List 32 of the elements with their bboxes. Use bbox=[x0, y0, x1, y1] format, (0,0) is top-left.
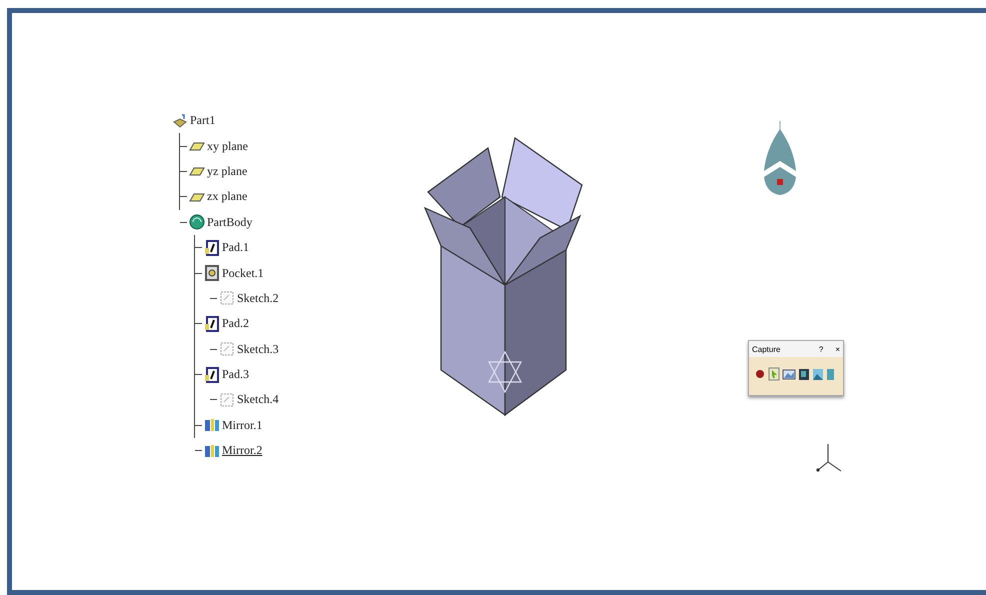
tree-item[interactable]: zx plane bbox=[207, 189, 248, 204]
landscape-icon[interactable] bbox=[812, 367, 824, 381]
tree-item[interactable]: Sketch.3 bbox=[237, 342, 279, 357]
tree-item[interactable]: Sketch.2 bbox=[237, 290, 279, 306]
pointer-icon[interactable] bbox=[768, 367, 780, 381]
tree-item[interactable]: Mirror.2 bbox=[222, 443, 262, 458]
sketch-icon bbox=[219, 341, 235, 358]
bracket-icon bbox=[204, 240, 220, 256]
mirror-icon bbox=[204, 442, 220, 459]
toolbar-title: Capture bbox=[752, 344, 782, 354]
tree-item[interactable]: Mirror.1 bbox=[222, 418, 262, 433]
tree-item[interactable]: Part1 bbox=[190, 113, 216, 128]
help-button[interactable]: ? bbox=[818, 344, 824, 354]
record-icon[interactable] bbox=[754, 367, 766, 381]
camera-icon[interactable] bbox=[798, 367, 810, 381]
bracket-icon bbox=[204, 265, 220, 282]
tree-item[interactable]: Pad.3 bbox=[222, 367, 249, 382]
tree-item[interactable]: Pad.1 bbox=[222, 240, 249, 256]
bracket-icon bbox=[204, 366, 220, 383]
sketch-icon bbox=[219, 392, 235, 408]
mirror-icon bbox=[204, 417, 220, 434]
tree-item[interactable]: xy plane bbox=[207, 138, 248, 154]
tree-item[interactable]: Pocket.1 bbox=[222, 266, 264, 281]
tree-item[interactable]: Pad.2 bbox=[222, 316, 249, 332]
image-icon[interactable] bbox=[782, 367, 796, 381]
tree-item[interactable]: Sketch.4 bbox=[237, 392, 279, 408]
sphere-icon bbox=[189, 214, 205, 230]
tree-item[interactable]: yz plane bbox=[207, 164, 248, 179]
tree-item[interactable]: PartBody bbox=[207, 214, 252, 230]
bracket-icon bbox=[204, 316, 220, 332]
sketch-icon bbox=[219, 290, 235, 306]
close-button[interactable]: × bbox=[835, 344, 840, 354]
